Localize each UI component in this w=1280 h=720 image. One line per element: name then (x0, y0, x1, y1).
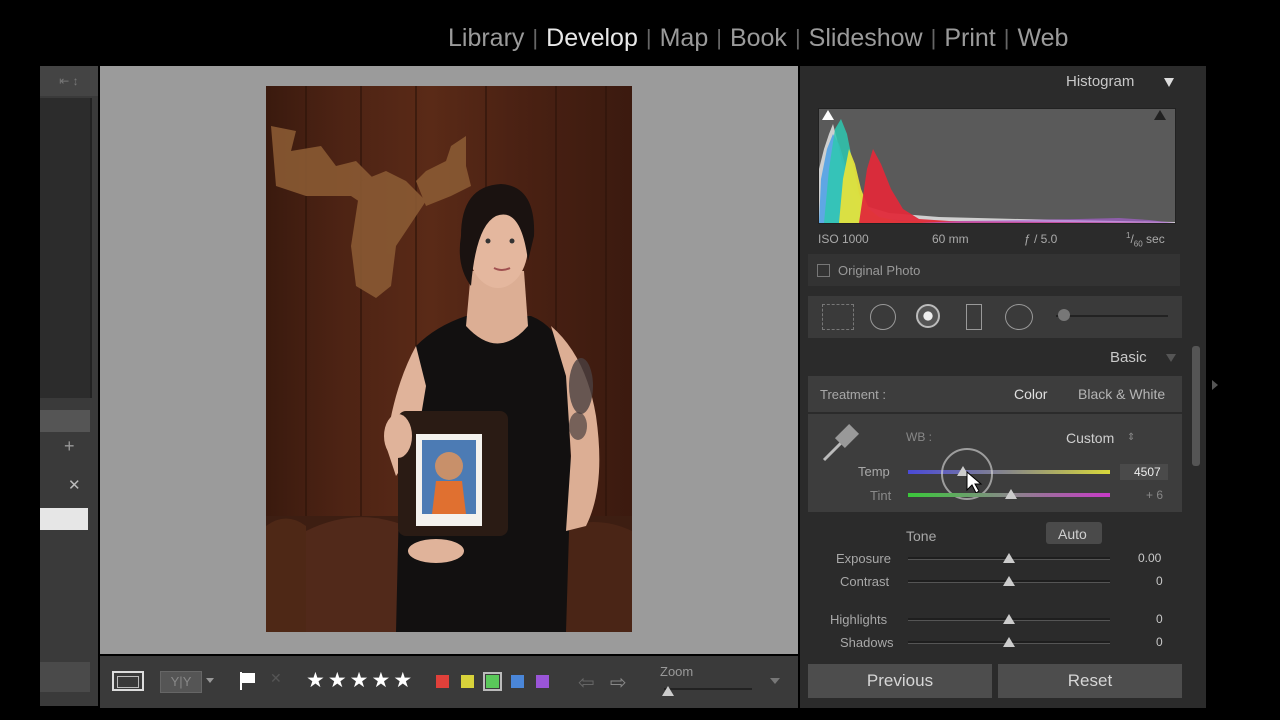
toolbar-menu-chevron-icon[interactable] (770, 678, 780, 684)
highlights-value[interactable]: 0 (1156, 612, 1163, 626)
module-print[interactable]: Print (936, 24, 1003, 53)
module-web[interactable]: Web (1009, 24, 1076, 53)
spot-removal-icon[interactable] (870, 304, 896, 330)
star-rating[interactable]: ★ ★ ★ ★ ★ (306, 668, 412, 693)
module-picker: Library | Develop | Map | Book | Slidesh… (440, 18, 1076, 58)
shutter-speed-value: 1/60 sec (1126, 231, 1165, 249)
left-panel-section-header[interactable] (40, 410, 90, 432)
photo[interactable] (266, 86, 632, 632)
graduated-filter-icon[interactable] (966, 304, 982, 330)
contrast-label: Contrast (840, 574, 890, 589)
tint-value[interactable]: + 6 (1146, 488, 1163, 502)
basic-panel-title[interactable]: Basic (1110, 349, 1147, 366)
shadows-label: Shadows (840, 635, 894, 650)
close-icon[interactable]: ✕ (68, 476, 81, 494)
histogram-graph (819, 119, 1175, 223)
panel-collapse-icon[interactable] (1164, 78, 1174, 87)
adjustment-brush-icon[interactable] (1058, 309, 1070, 321)
shutter-numerator: 1 (1126, 231, 1131, 240)
reset-button[interactable]: Reset (998, 664, 1182, 698)
color-label-purple[interactable] (536, 675, 549, 688)
treatment-bw-button[interactable]: Black & White (1078, 386, 1165, 402)
original-photo-label: Original Photo (838, 263, 921, 278)
module-library[interactable]: Library (440, 24, 532, 53)
tone-label: Tone (906, 528, 937, 544)
histogram-title[interactable]: Histogram (1066, 73, 1134, 90)
module-book[interactable]: Book (722, 24, 795, 53)
highlights-label: Highlights (830, 612, 888, 627)
left-panel-button[interactable] (40, 662, 90, 692)
temp-value[interactable]: 4507 (1134, 465, 1161, 479)
right-panel-scrollbar[interactable] (1192, 346, 1200, 466)
arrow-left-icon[interactable]: ⇦ (578, 670, 595, 695)
contrast-value[interactable]: 0 (1156, 574, 1163, 588)
treatment-label: Treatment : (820, 387, 886, 402)
contrast-slider-thumb[interactable] (1003, 576, 1015, 586)
color-label-green[interactable] (483, 672, 502, 691)
temp-label: Temp (858, 464, 890, 479)
photo-image (266, 86, 632, 632)
red-eye-icon[interactable] (916, 304, 940, 328)
reject-flag-icon[interactable]: ✕ (270, 670, 282, 687)
exposure-label: Exposure (836, 551, 891, 566)
white-balance-section (808, 414, 1182, 512)
tint-label: Tint (870, 488, 892, 503)
wb-dropdown-chevron-icon[interactable]: ⇕ (1127, 432, 1135, 443)
iso-value: ISO 1000 (818, 232, 869, 246)
shadows-slider-thumb[interactable] (1003, 637, 1015, 647)
radial-filter-icon[interactable] (1005, 304, 1033, 330)
star-icon[interactable]: ★ (371, 668, 390, 693)
shutter-unit: sec (1142, 232, 1165, 246)
highlight-clipping-icon[interactable] (1154, 110, 1166, 120)
star-icon[interactable]: ★ (393, 668, 412, 693)
crop-tool-icon[interactable] (822, 304, 854, 330)
flag-icon[interactable] (238, 670, 258, 697)
chevron-down-icon[interactable] (206, 678, 214, 683)
auto-tone-label: Auto (1058, 526, 1087, 542)
color-label-blue[interactable] (511, 675, 524, 688)
color-label-red[interactable] (436, 675, 449, 688)
loupe-view-icon[interactable] (112, 671, 144, 691)
zoom-label: Zoom (660, 664, 694, 679)
color-label-yellow[interactable] (461, 675, 474, 688)
shutter-denominator: 60 (1133, 239, 1143, 249)
highlights-slider-thumb[interactable] (1003, 614, 1015, 624)
exposure-slider-thumb[interactable] (1003, 553, 1015, 563)
exposure-value[interactable]: 0.00 (1138, 551, 1161, 565)
zoom-slider-thumb[interactable] (662, 686, 674, 696)
focal-length-value: 60 mm (932, 232, 969, 246)
basic-panel-collapse-icon[interactable] (1166, 354, 1176, 362)
left-panel-collapse-icon[interactable]: ⇤ ↕ (40, 66, 98, 96)
star-icon[interactable]: ★ (306, 668, 325, 693)
original-photo-checkbox[interactable] (817, 264, 830, 277)
module-map[interactable]: Map (652, 24, 717, 53)
wb-dropdown[interactable]: Custom (1066, 430, 1114, 446)
tint-slider-thumb[interactable] (1005, 489, 1018, 499)
left-panel-selected-item[interactable] (40, 508, 88, 530)
aperture-value: ƒ / 5.0 (1024, 232, 1058, 246)
arrow-right-icon[interactable]: ⇨ (610, 670, 627, 695)
shadow-clipping-icon[interactable] (822, 110, 834, 120)
previous-button[interactable]: Previous (808, 664, 992, 698)
eyedropper-icon[interactable] (820, 420, 862, 469)
left-panel-navigator (40, 98, 92, 398)
module-develop[interactable]: Develop (538, 24, 646, 53)
adjustment-brush-slider[interactable] (1056, 315, 1168, 317)
module-slideshow[interactable]: Slideshow (801, 24, 931, 53)
before-after-icon[interactable]: Y|Y (160, 671, 202, 693)
histogram[interactable] (818, 108, 1176, 224)
right-panel-toggle-icon[interactable] (1212, 380, 1218, 390)
star-icon[interactable]: ★ (328, 668, 347, 693)
shadows-value[interactable]: 0 (1156, 635, 1163, 649)
color-labels (436, 672, 549, 691)
tool-strip (808, 296, 1182, 338)
temp-slider[interactable] (908, 470, 1110, 474)
zoom-slider[interactable] (664, 688, 752, 690)
star-icon[interactable]: ★ (350, 668, 369, 693)
treatment-color-button[interactable]: Color (1014, 386, 1047, 402)
wb-label: WB : (906, 430, 932, 444)
add-preset-icon[interactable]: + (64, 436, 75, 457)
